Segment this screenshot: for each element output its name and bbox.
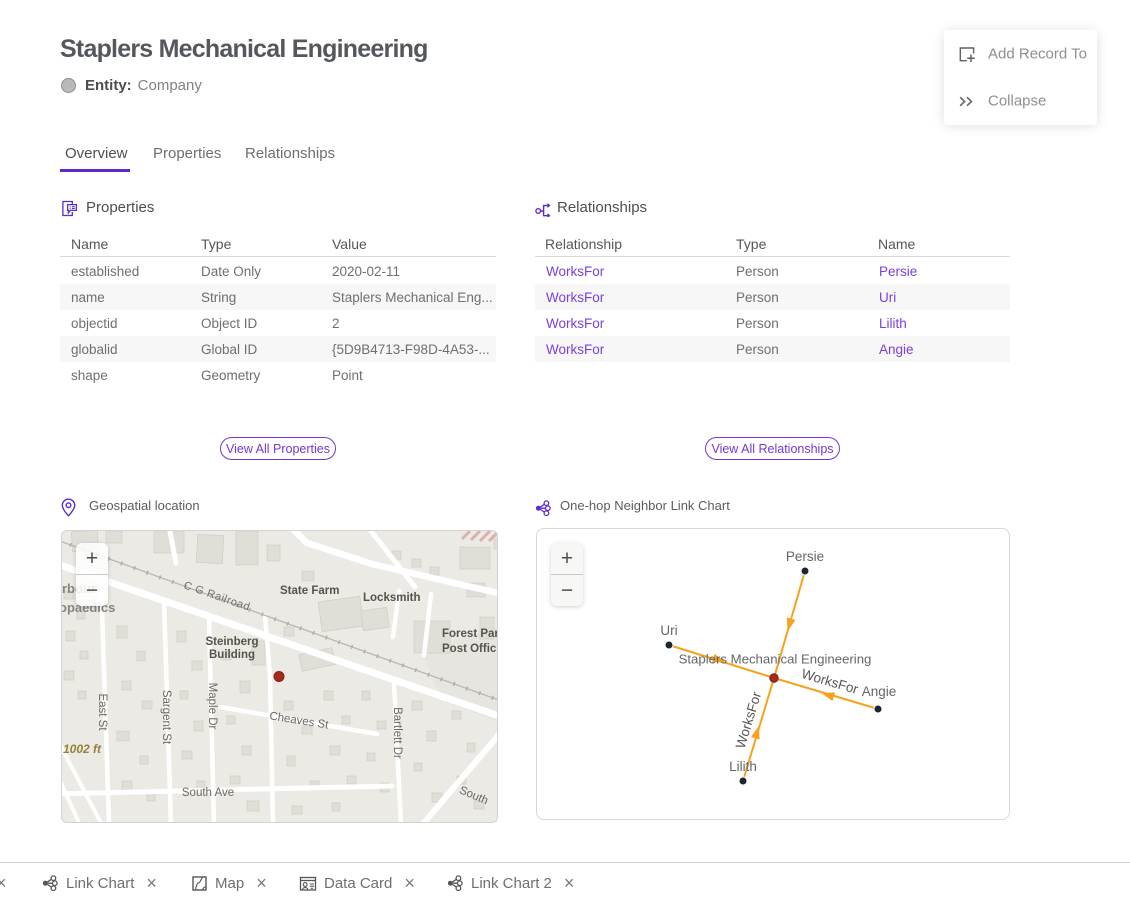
svg-text:State Farm: State Farm (280, 585, 339, 597)
svg-text:Bartlett Dr: Bartlett Dr (391, 707, 403, 759)
svg-text:1002 ft: 1002 ft (63, 742, 102, 756)
svg-text:Locksmith: Locksmith (363, 592, 421, 604)
svg-text:Angie: Angie (862, 684, 897, 699)
svg-text:Sargent St: Sargent St (160, 690, 172, 745)
svg-text:WorksFor: WorksFor (733, 690, 765, 751)
svg-text:Maple Dr: Maple Dr (206, 683, 218, 730)
svg-text:Forest Par: Forest Par (442, 628, 497, 640)
svg-text:South Ave: South Ave (182, 787, 234, 799)
svg-text:East St: East St (96, 693, 108, 731)
svg-text:Persie: Persie (786, 549, 824, 564)
svg-text:Steinberg: Steinberg (205, 636, 258, 648)
svg-text:Lilith: Lilith (729, 759, 757, 774)
svg-text:Building: Building (209, 649, 255, 661)
svg-text:WorksFor: WorksFor (800, 666, 861, 697)
svg-text:Staplers Mechanical Engineerin: Staplers Mechanical Engineering (679, 652, 872, 667)
svg-text:Post Offic: Post Offic (442, 643, 497, 655)
svg-text:Uri: Uri (660, 623, 677, 638)
